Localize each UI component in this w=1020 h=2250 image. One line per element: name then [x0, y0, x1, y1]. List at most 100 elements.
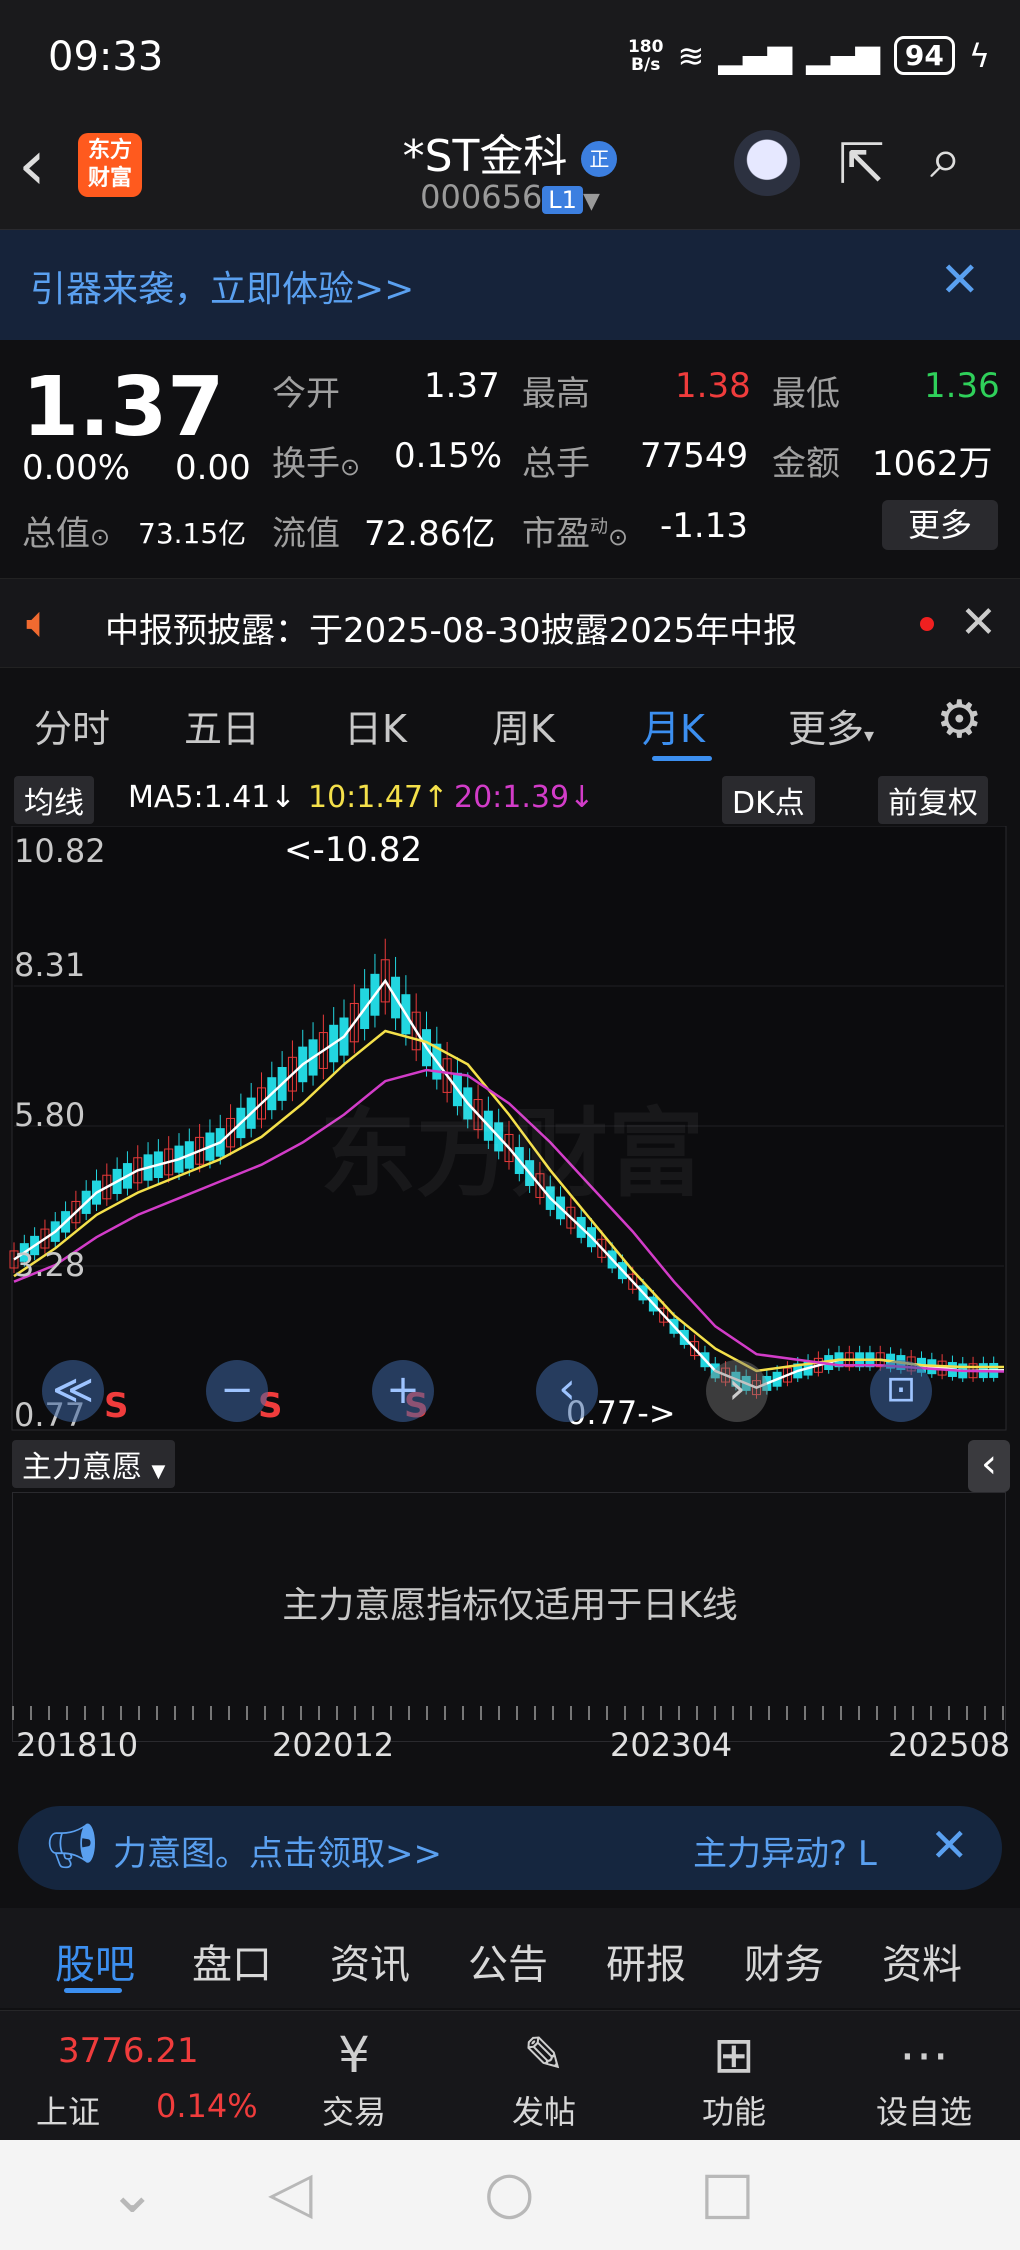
tab-intraday[interactable]: 分时	[34, 698, 110, 753]
home-icon[interactable]: ○	[484, 2158, 535, 2226]
pan-left-button[interactable]: ‹	[536, 1360, 598, 1422]
bottom-nav: 3776.21 上证 0.14% ¥ 交易 ✎ 发帖 ⊞ 功能 ⋯ 设自选	[0, 2010, 1020, 2140]
x-axis-ticks	[12, 1706, 1006, 1720]
sell-marker: S	[104, 1386, 129, 1426]
x-tick: 202012	[272, 1726, 395, 1764]
pan-right-button[interactable]: ›	[706, 1360, 768, 1422]
tab-research[interactable]: 研报	[606, 1932, 686, 1990]
tab-profile[interactable]: 资料	[882, 1932, 962, 1990]
indicator-select[interactable]: 均线	[14, 776, 94, 824]
promo-left-text[interactable]: 力意图。点击领取>>	[113, 1826, 442, 1875]
nav-post[interactable]: ✎ 发帖	[479, 2023, 609, 2133]
settings-gear-icon[interactable]: ⚙	[936, 690, 983, 750]
close-icon[interactable]: ✕	[930, 1818, 969, 1872]
unread-dot	[920, 617, 934, 631]
tab-daily-k[interactable]: 日K	[344, 698, 407, 753]
x-tick: 201810	[16, 1726, 139, 1764]
ma5-value: MA5:1.41↓	[128, 780, 296, 815]
change-value: 0.00	[175, 448, 251, 488]
yen-icon: ¥	[338, 2026, 370, 2084]
nav-trade[interactable]: ¥ 交易	[289, 2023, 419, 2133]
tab-finance[interactable]: 财务	[744, 1932, 824, 1990]
low-value: 1.36	[924, 366, 1000, 406]
volume-value: 77549	[640, 436, 749, 476]
low-label: 最低	[772, 374, 840, 414]
banner-text[interactable]: 引器来袭，立即体验>>	[30, 260, 414, 312]
y-tick: 10.82	[14, 832, 106, 870]
stock-header: ‹ 东方 财富 *ST金科 正 000656 L1 ▼ ⇱ ⌕	[0, 120, 1020, 230]
notice-bar[interactable]: 🔈︎ 中报预披露：于2025-08-30披露2025年中报 ✕	[0, 578, 1020, 668]
share-icon[interactable]: ⇱	[838, 132, 885, 197]
status-bar: 09:33 180 B/s ≋ ▂▄▆ ▂▄▆ 94 ϟ	[0, 0, 1020, 120]
turnover-label: 换手⊙	[272, 444, 361, 484]
main-force-message: 主力意愿指标仅适用于日K线	[282, 1585, 738, 1626]
close-icon[interactable]: ✕	[960, 597, 997, 648]
signal-icon: ▂▄▆	[718, 36, 793, 75]
system-nav-bar: ⌄ ◁ ○ □	[0, 2140, 1020, 2250]
speaker-icon: 🔈︎	[26, 597, 53, 648]
adjust-button[interactable]: 前复权	[878, 776, 988, 824]
amount-label: 金额	[772, 444, 840, 484]
x-tick: 202508	[888, 1726, 1011, 1764]
zoom-out-far-button[interactable]: ≪	[42, 1360, 104, 1422]
index-ticker[interactable]: 3776.21 上证 0.14%	[10, 2011, 258, 2141]
promo-right-text[interactable]: 主力异动? L	[693, 1826, 877, 1875]
notice-text[interactable]: 中报预披露：于2025-08-30披露2025年中报	[105, 603, 797, 652]
more-dots-icon: ⋯	[899, 2026, 949, 2084]
max-price-label: <-10.82	[284, 830, 423, 870]
close-icon[interactable]: ✕	[940, 252, 980, 308]
quote-panel: 1.37 0.00% 0.00 今开 1.37 最高 1.38 最低 1.36 …	[0, 340, 1020, 570]
active-tab-indicator	[64, 1988, 122, 1993]
turnover-value: 0.15%	[394, 436, 503, 476]
charging-icon: ϟ	[968, 36, 990, 75]
main-force-select[interactable]: 主力意愿 ▼	[12, 1440, 176, 1488]
assistant-robot-icon[interactable]	[734, 130, 800, 196]
open-label: 今开	[272, 374, 340, 414]
ma-legend-bar: 均线 MA5:1.41↓ 10:1.47↑ 20:1.39↓ DK点 前复权	[0, 772, 1020, 826]
collapse-down-icon[interactable]: ⌄	[108, 2158, 157, 2226]
x-tick: 202304	[610, 1726, 733, 1764]
tab-guba[interactable]: 股吧	[55, 1932, 135, 1990]
y-tick: 3.28	[14, 1246, 86, 1284]
tab-pankou[interactable]: 盘口	[192, 1932, 272, 1990]
back-icon[interactable]: ◁	[268, 2158, 313, 2226]
y-tick: 8.31	[14, 946, 86, 984]
signal-icon: ▂▄▆	[806, 36, 880, 75]
mktcap-label: 总值⊙	[22, 514, 111, 554]
fullscreen-button[interactable]: ⊡	[870, 1360, 932, 1422]
period-tabs: 分时 五日 日K 周K 月K 更多▾ ⚙	[0, 680, 1020, 770]
wifi-icon: ≋	[677, 36, 705, 75]
collapse-button[interactable]: ‹	[968, 1440, 1010, 1492]
ma20-value: 20:1.39↓	[454, 780, 595, 815]
open-value: 1.37	[424, 366, 500, 406]
clock: 09:33	[48, 34, 164, 80]
grid-icon: ⊞	[713, 2026, 755, 2084]
search-icon[interactable]: ⌕	[930, 126, 961, 192]
tab-weekly-k[interactable]: 周K	[492, 698, 555, 753]
pe-value: -1.13	[660, 506, 748, 546]
tab-more[interactable]: 更多▾	[788, 698, 874, 753]
tab-five-day[interactable]: 五日	[184, 698, 260, 753]
index-value: 3776.21	[58, 2031, 199, 2071]
zoom-in-button[interactable]: +	[372, 1360, 434, 1422]
last-price: 1.37	[22, 360, 225, 455]
change-pct: 0.00%	[22, 448, 131, 488]
recents-icon[interactable]: □	[700, 2158, 755, 2226]
mktcap-value: 73.15亿	[138, 517, 247, 550]
more-button[interactable]: 更多	[882, 500, 998, 550]
zoom-out-button[interactable]: −	[206, 1360, 268, 1422]
status-icons: 180 B/s ≋ ▂▄▆ ▂▄▆ 94 ϟ	[628, 36, 990, 75]
megaphone-icon: 📢︎	[44, 1821, 100, 1872]
nav-add-watchlist[interactable]: ⋯ 设自选	[859, 2023, 989, 2133]
badge-icon: 正	[581, 141, 618, 177]
amount-value: 1062万	[872, 444, 993, 484]
net-speed: 180 B/s	[627, 36, 664, 75]
tab-news[interactable]: 资讯	[330, 1932, 410, 1990]
dk-point-button[interactable]: DK点	[722, 776, 815, 824]
promo-pill[interactable]: 📢︎ 力意图。点击领取>> 主力异动? L ✕	[18, 1806, 1002, 1890]
promo-banner[interactable]: 引器来袭，立即体验>> ✕	[0, 230, 1020, 340]
nav-functions[interactable]: ⊞ 功能	[669, 2023, 799, 2133]
tab-announcement[interactable]: 公告	[468, 1932, 548, 1990]
kline-chart[interactable]: 10.82 8.31 5.80 3.28 0.77 <-10.82 0.77->…	[0, 826, 1020, 1436]
tab-monthly-k[interactable]: 月K	[642, 698, 705, 753]
